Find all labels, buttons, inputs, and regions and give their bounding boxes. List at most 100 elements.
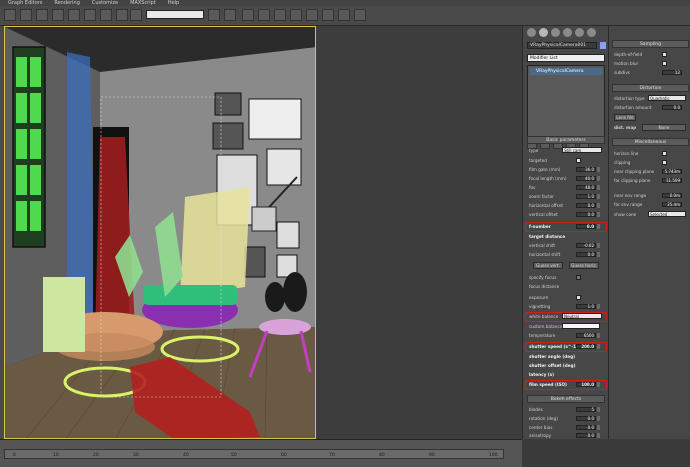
film-speed-spinner[interactable] (597, 382, 600, 387)
motion-blur-checkbox[interactable] (662, 61, 667, 66)
distortion-amount-field[interactable]: 0.0 (662, 105, 682, 110)
display-tab-icon[interactable] (575, 28, 584, 37)
shutter-speed-field[interactable]: 200.0 (576, 344, 596, 349)
rotation-spinner[interactable] (597, 416, 600, 421)
teapot-icon[interactable] (354, 9, 366, 21)
vertical-offset-field[interactable]: 0.0 (576, 212, 596, 217)
focal-length-field[interactable]: 40.0 (576, 176, 596, 181)
modify-tab-icon[interactable] (539, 28, 548, 37)
distortion-rollout[interactable]: Distortion (612, 84, 689, 92)
dof-checkbox[interactable] (662, 52, 667, 57)
lens-file-button[interactable]: Lens file (614, 114, 636, 121)
exposure-checkbox[interactable] (576, 295, 581, 300)
render-setup-icon[interactable] (306, 9, 318, 21)
snap-icon[interactable] (130, 9, 142, 21)
subdivs-field[interactable]: 12 (662, 70, 682, 75)
vertical-shift-field[interactable]: -0.02 (576, 243, 596, 248)
select-icon[interactable] (4, 9, 16, 21)
specify-focus-checkbox[interactable] (576, 275, 581, 280)
film-gate-field[interactable]: 36.0 (576, 167, 596, 172)
rotate-icon[interactable] (84, 9, 96, 21)
targeted-checkbox[interactable] (576, 158, 581, 163)
near-env-field[interactable]: 0.0m (662, 193, 682, 198)
center-bias-field[interactable]: 0.0 (576, 425, 596, 430)
create-tab-icon[interactable] (527, 28, 536, 37)
blades-spinner[interactable] (597, 407, 600, 412)
far-clip-field[interactable]: 11.509 (662, 178, 682, 183)
dist-map-button[interactable]: None (642, 124, 686, 131)
guess-vert-button[interactable]: Guess vert. (533, 262, 563, 269)
camera-options-panel: Sampling depth-of-field motion blur subd… (608, 26, 690, 439)
clipping-checkbox[interactable] (662, 160, 667, 165)
custom-balance-swatch[interactable] (562, 323, 600, 329)
temperature-field[interactable]: 6500 (576, 333, 596, 338)
film-gate-spinner[interactable] (597, 167, 600, 172)
vignetting-spinner[interactable] (597, 304, 600, 309)
fov-spinner[interactable] (597, 185, 600, 190)
guess-horiz-button[interactable]: Guess horiz. (569, 262, 599, 269)
utilities-tab-icon[interactable] (587, 28, 596, 37)
far-env-field[interactable]: 25.4m (662, 202, 682, 207)
camera-icon[interactable] (52, 9, 64, 21)
stack-item-camera[interactable]: VRayPhysicalCamera (530, 68, 602, 75)
clipping-row: clipping (614, 159, 690, 166)
shutter-speed-spinner[interactable] (597, 344, 600, 349)
show-cone-dropdown[interactable]: Selected (648, 211, 686, 217)
fnumber-field[interactable]: 8.0 (576, 224, 596, 229)
blades-field[interactable]: 5 (576, 407, 596, 412)
render-icon[interactable] (338, 9, 350, 21)
center-bias-spinner[interactable] (597, 425, 600, 430)
motion-tab-icon[interactable] (563, 28, 572, 37)
curve-editor-icon[interactable] (258, 9, 270, 21)
horizontal-shift-field[interactable]: 0.0 (576, 252, 596, 257)
viewport-scene (5, 27, 315, 438)
dist-map-row: dist. map None (614, 124, 690, 131)
horizontal-offset-field[interactable]: 0.0 (576, 203, 596, 208)
miscellaneous-rollout[interactable]: Miscellaneous (612, 138, 689, 146)
undo-icon[interactable] (36, 9, 48, 21)
hierarchy-tab-icon[interactable] (551, 28, 560, 37)
fnumber-spinner[interactable] (597, 224, 600, 229)
layer-icon[interactable] (242, 9, 254, 21)
far-clip-row: far clipping plane 11.509 (614, 178, 682, 183)
target-distance-row: target distance (529, 234, 566, 239)
object-name-field[interactable]: VRayPhysicalCamera001 (527, 42, 597, 49)
vertical-offset-spinner[interactable] (597, 212, 600, 217)
white-balance-dropdown[interactable]: Neutral (562, 313, 602, 319)
render-frame-icon[interactable] (322, 9, 334, 21)
modifier-list-dropdown[interactable]: Modifier List (527, 54, 605, 62)
mirror-icon[interactable] (208, 9, 220, 21)
sampling-rollout[interactable]: Sampling (612, 40, 689, 48)
horizon-line-checkbox[interactable] (662, 151, 667, 156)
distortion-type-dropdown[interactable]: Quadratic (648, 95, 686, 101)
fov-field[interactable]: 48.0 (576, 185, 596, 190)
temperature-spinner[interactable] (597, 333, 600, 338)
film-speed-field[interactable]: 100.0 (576, 382, 596, 387)
vertical-shift-spinner[interactable] (597, 243, 600, 248)
basic-parameters-rollout[interactable]: Basic parameters (527, 136, 605, 144)
camera-viewport[interactable] (4, 26, 316, 439)
move-icon[interactable] (68, 9, 80, 21)
vignetting-field[interactable]: 1.0 (576, 304, 596, 309)
rotation-field[interactable]: 0.0 (576, 416, 596, 421)
zoom-factor-spinner[interactable] (597, 194, 600, 199)
schematic-icon[interactable] (274, 9, 286, 21)
bokeh-effects-rollout[interactable]: Bokeh effects (527, 395, 605, 403)
focal-length-spinner[interactable] (597, 176, 600, 181)
zoom-factor-field[interactable]: 1.0 (576, 194, 596, 199)
camera-type-dropdown[interactable]: Still cam (562, 147, 602, 153)
near-clip-field[interactable]: 5.743m (662, 169, 682, 174)
horizontal-shift-spinner[interactable] (597, 252, 600, 257)
named-selection-dropdown[interactable] (146, 10, 204, 19)
align-icon[interactable] (224, 9, 236, 21)
horizontal-offset-spinner[interactable] (597, 203, 600, 208)
anisotropy-field[interactable]: 0.0 (576, 433, 596, 438)
anisotropy-spinner[interactable] (597, 433, 600, 438)
distortion-amount-row: distortion amount 0.0 (614, 105, 682, 110)
object-color-swatch[interactable] (600, 42, 606, 49)
time-slider-track[interactable]: 0 10 20 30 40 50 60 70 80 90 100 (4, 449, 504, 459)
material-editor-icon[interactable] (290, 9, 302, 21)
scale-icon[interactable] (100, 9, 112, 21)
link-icon[interactable] (116, 9, 128, 21)
select-region-icon[interactable] (20, 9, 32, 21)
